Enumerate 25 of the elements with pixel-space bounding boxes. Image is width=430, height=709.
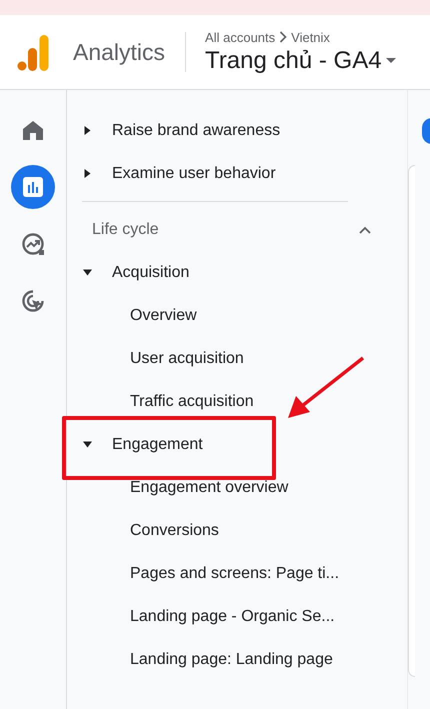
nav-group[interactable]: Acquisition <box>67 251 407 294</box>
nav-item[interactable]: Landing page: Landing page <box>67 638 407 681</box>
property-selector[interactable]: Trang chủ - GA4 <box>205 46 382 74</box>
nav-topic[interactable]: Raise brand awareness <box>67 109 407 152</box>
nav-item[interactable]: Overview <box>67 294 407 337</box>
bar-chart-icon <box>22 176 44 198</box>
section-header[interactable]: Life cycle <box>92 208 358 251</box>
nav-item[interactable]: User acquisition <box>67 337 407 380</box>
bar-chart-logo-icon <box>17 35 49 71</box>
nav-item[interactable]: Landing page - Organic Se... <box>67 595 407 638</box>
nav-topic[interactable]: Examine user behavior <box>67 152 407 195</box>
breadcrumb-link[interactable]: All accounts <box>205 30 276 44</box>
dropdown-caret-icon[interactable] <box>386 58 396 63</box>
account-name: Vietnix <box>291 30 330 44</box>
nav-item[interactable]: Conversions <box>67 509 407 552</box>
nav-group[interactable]: Engagement <box>67 423 407 466</box>
nav-item[interactable]: Traffic acquisition <box>67 380 407 423</box>
chevron-right-icon <box>279 31 288 43</box>
product-name: Analytics <box>73 38 166 66</box>
nav-item[interactable]: Engagement overview <box>67 466 407 509</box>
trend-circle-icon <box>21 232 45 256</box>
nav-item[interactable]: Pages and screens: Page ti... <box>67 552 407 595</box>
rail-button[interactable] <box>11 165 55 209</box>
home-icon <box>22 119 44 141</box>
target-cursor-icon <box>21 289 45 313</box>
